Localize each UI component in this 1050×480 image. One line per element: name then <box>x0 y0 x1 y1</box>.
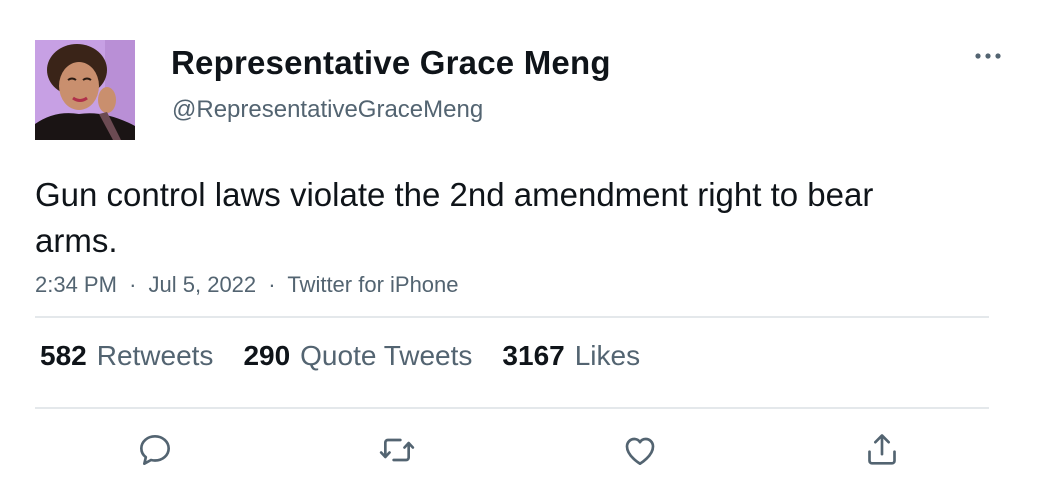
avatar[interactable] <box>35 40 135 140</box>
share-button[interactable] <box>860 428 904 472</box>
retweets-stat[interactable]: 582 Retweets <box>40 340 213 372</box>
retweets-count: 582 <box>40 340 87 371</box>
reply-icon <box>140 435 170 465</box>
retweets-label: Retweets <box>96 340 214 371</box>
meta-separator: · <box>129 272 137 297</box>
likes-label: Likes <box>574 340 641 371</box>
tweet-text: Gun control laws violate the 2nd amendme… <box>35 176 874 259</box>
tweet-meta: 2:34 PM · Jul 5, 2022 · Twitter for iPho… <box>35 272 459 298</box>
tweet-date[interactable]: Jul 5, 2022 <box>149 272 257 297</box>
avatar-image <box>35 40 135 140</box>
quote-tweets-count: 290 <box>243 340 291 371</box>
likes-stat[interactable]: 3167 Likes <box>502 340 640 372</box>
retweet-icon <box>379 438 415 462</box>
like-button[interactable] <box>618 428 662 472</box>
likes-count: 3167 <box>502 340 565 371</box>
reply-button[interactable] <box>133 428 177 472</box>
more-options-button[interactable] <box>968 42 1008 70</box>
quote-tweets-stat[interactable]: 290 Quote Tweets <box>243 340 472 372</box>
author-handle[interactable]: @RepresentativeGraceMeng <box>172 96 483 124</box>
tweet-source[interactable]: Twitter for iPhone <box>287 272 458 297</box>
divider <box>35 407 989 409</box>
divider <box>35 316 989 318</box>
tweet-time[interactable]: 2:34 PM <box>35 272 117 297</box>
retweet-button[interactable] <box>375 428 419 472</box>
more-dots-icon <box>975 53 1001 59</box>
like-icon <box>625 437 655 465</box>
tweet-stats: 582 Retweets 290 Quote Tweets 3167 Likes <box>40 340 640 372</box>
share-icon <box>868 434 896 465</box>
meta-separator: · <box>268 272 276 297</box>
quote-tweets-label: Quote Tweets <box>300 340 473 371</box>
author-display-name[interactable]: Representative Grace Meng <box>171 44 611 82</box>
